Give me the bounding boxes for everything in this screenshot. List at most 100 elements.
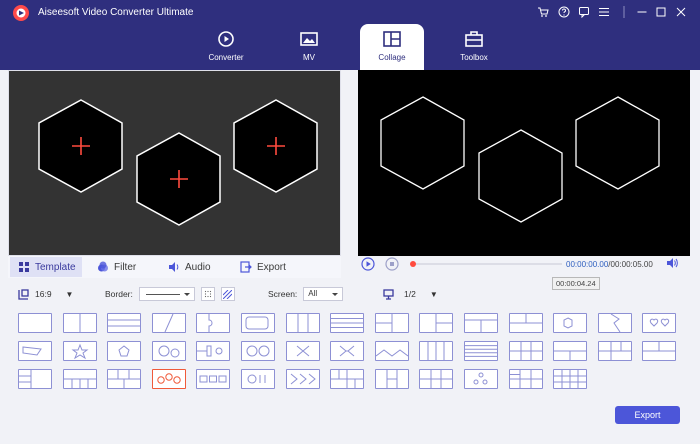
export-button[interactable]: Export: [615, 406, 680, 424]
support-icon[interactable]: [556, 4, 572, 20]
chevron-down-icon[interactable]: ▼: [430, 290, 438, 299]
collage-edit-area[interactable]: [8, 70, 341, 256]
progress-handle[interactable]: [410, 261, 416, 267]
time-display: 00:00:00.00/00:00:05.00: [566, 260, 653, 269]
subtab-template[interactable]: Template: [10, 257, 82, 277]
app-window: Aiseesoft Video Converter Ultimate Conve…: [0, 0, 700, 444]
collage-icon: [383, 31, 401, 47]
template-thumbnail[interactable]: [107, 341, 142, 361]
template-thumbnail[interactable]: [151, 369, 186, 389]
template-thumbnail[interactable]: [330, 369, 365, 389]
chevron-down-icon[interactable]: ▼: [66, 290, 74, 299]
template-thumbnail[interactable]: [419, 313, 454, 333]
template-thumbnail[interactable]: [374, 313, 409, 333]
subtab-label: Filter: [114, 261, 137, 273]
template-thumbnail[interactable]: [642, 313, 677, 333]
subtab-filter[interactable]: Filter: [97, 257, 136, 277]
border-color-button[interactable]: [200, 287, 215, 301]
template-thumbnail[interactable]: [374, 341, 409, 361]
divider-icon: [616, 4, 632, 20]
template-thumbnail[interactable]: [597, 313, 632, 333]
subtab-export[interactable]: Export: [240, 257, 286, 277]
preview-hexagon: [478, 129, 563, 223]
template-layout-icon: [435, 314, 453, 332]
playback-progress-bar[interactable]: [410, 261, 562, 267]
template-thumbnail[interactable]: [464, 313, 498, 333]
template-layout-icon: [331, 370, 364, 388]
template-layout-icon: [118, 345, 130, 357]
volume-icon[interactable]: [666, 257, 678, 269]
template-layout-icon: [331, 318, 364, 328]
aspect-ratio-control[interactable]: 16:9 ▼: [18, 286, 73, 302]
template-thumbnail[interactable]: [196, 341, 231, 361]
template-thumbnail[interactable]: [196, 313, 231, 333]
maximize-icon[interactable]: [653, 4, 669, 20]
tab-collage[interactable]: Collage: [360, 24, 424, 70]
stripes-icon: [223, 289, 233, 299]
toolbox-icon: [465, 31, 483, 47]
template-thumbnail[interactable]: [241, 313, 275, 333]
template-thumbnail[interactable]: [151, 341, 186, 361]
template-thumbnail[interactable]: [107, 369, 142, 389]
play-icon[interactable]: [361, 257, 375, 271]
template-layout-icon: [610, 314, 621, 332]
border-controls: Border:: [105, 286, 235, 302]
template-thumbnail[interactable]: [241, 369, 275, 389]
template-grid: [18, 313, 678, 393]
tab-toolbox[interactable]: Toolbox: [442, 24, 506, 70]
template-thumbnail[interactable]: [241, 341, 275, 361]
template-thumbnail[interactable]: [18, 369, 52, 389]
template-layout-icon: [197, 345, 223, 357]
screen-label: Screen:: [268, 289, 298, 299]
template-thumbnail[interactable]: [374, 369, 409, 389]
template-thumbnail[interactable]: [107, 313, 142, 333]
template-thumbnail[interactable]: [196, 369, 231, 389]
close-icon[interactable]: [673, 4, 689, 20]
template-thumbnail[interactable]: [285, 313, 320, 333]
time-tooltip: 00:00:04.24: [552, 277, 600, 290]
template-thumbnail[interactable]: [464, 369, 498, 389]
tab-label: Collage: [378, 53, 406, 62]
template-thumbnail[interactable]: [330, 341, 365, 361]
template-thumbnail[interactable]: [330, 313, 365, 333]
border-style-select[interactable]: [138, 287, 195, 301]
tab-mv[interactable]: MV: [277, 24, 341, 70]
preview-hexagons: [380, 96, 660, 223]
border-pattern-button[interactable]: [220, 287, 235, 301]
template-thumbnail[interactable]: [62, 341, 97, 361]
template-thumbnail[interactable]: [508, 341, 543, 361]
menu-icon[interactable]: [596, 4, 612, 20]
template-thumbnail[interactable]: [464, 341, 498, 361]
template-thumbnail[interactable]: [597, 341, 632, 361]
template-thumbnail[interactable]: [18, 313, 52, 333]
cart-icon[interactable]: [535, 4, 551, 20]
template-layout-icon: [598, 342, 631, 360]
template-thumbnail[interactable]: [508, 369, 543, 389]
template-thumbnail[interactable]: [508, 313, 543, 333]
template-thumbnail[interactable]: [285, 341, 320, 361]
stop-icon[interactable]: [385, 257, 399, 271]
template-layout-icon: [509, 314, 542, 324]
template-thumbnail[interactable]: [151, 313, 186, 333]
tab-converter[interactable]: Converter: [194, 24, 258, 70]
template-thumbnail[interactable]: [285, 369, 320, 389]
page-control[interactable]: 1/2 ▼: [383, 286, 438, 302]
monitor-icon: [383, 288, 394, 300]
template-thumbnail[interactable]: [18, 341, 52, 361]
screen-select[interactable]: All: [303, 287, 344, 301]
template-thumbnail[interactable]: [553, 313, 588, 333]
template-thumbnail[interactable]: [553, 369, 588, 389]
minimize-icon[interactable]: [634, 4, 650, 20]
template-thumbnail[interactable]: [553, 341, 588, 361]
template-layout-icon: [290, 373, 316, 385]
audio-icon: [169, 262, 179, 272]
screen-controls: Screen: All: [268, 286, 344, 302]
template-thumbnail[interactable]: [419, 369, 454, 389]
template-thumbnail[interactable]: [62, 369, 97, 389]
chat-icon[interactable]: [576, 4, 592, 20]
tab-label: Converter: [208, 53, 244, 62]
template-thumbnail[interactable]: [62, 313, 97, 333]
template-thumbnail[interactable]: [642, 341, 677, 361]
template-thumbnail[interactable]: [419, 341, 454, 361]
subtab-audio[interactable]: Audio: [168, 257, 211, 277]
